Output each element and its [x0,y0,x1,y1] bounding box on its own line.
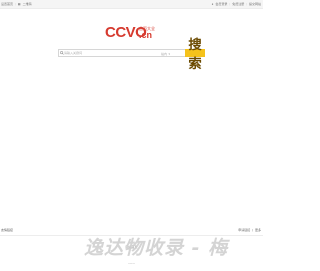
search-placeholder: 请输入关键词 [64,51,83,55]
more-links-button[interactable]: 更多 [255,228,261,232]
apply-link-button[interactable]: 申请链接 [238,228,250,232]
qrcode-icon[interactable]: ▦ [18,2,21,6]
search-input[interactable]: 请输入关键词 站内 ▾ [58,49,185,57]
login-link[interactable]: 会员登录 [215,2,227,6]
friend-links-title: 友情链接 [1,228,14,232]
register-link[interactable]: 免费注册 [232,2,244,6]
separator: | [246,2,247,6]
search-button[interactable]: 搜索 [185,37,205,71]
separator: | [252,228,253,232]
set-home-link[interactable]: 设置首页 [1,2,13,6]
top-bar: 设置首页 | ▦ 二维码 ● 会员登录 | 免费注册 | 提交网站 [0,0,263,9]
search-bar: 请输入关键词 站内 ▾ 搜索 [58,37,205,71]
user-icon: ● [211,2,214,6]
search-scope-select[interactable]: 站内 [161,51,167,57]
friend-links-actions: 申请链接 | 更多 [238,228,261,232]
logo-suffix: .cn [139,30,152,40]
separator: | [229,2,231,6]
topbar-left: 设置首页 | ▦ 二维码 [1,2,32,6]
separator: | [15,2,16,6]
footer-domain: ccvo.cn [128,263,135,265]
site-logo[interactable]: CCVO 首页大全 .cn [0,22,263,42]
watermark-text: 逸达物收录 - 梅 [84,237,229,259]
qrcode-link[interactable]: 二维码 [23,2,32,6]
submit-site-link[interactable]: 提交网站 [249,2,261,6]
logo-graphic: CCVO 首页大全 .cn [105,24,155,41]
topbar-right: ● 会员登录 | 免费注册 | 提交网站 [212,2,261,6]
chevron-down-icon: ▾ [168,52,170,56]
